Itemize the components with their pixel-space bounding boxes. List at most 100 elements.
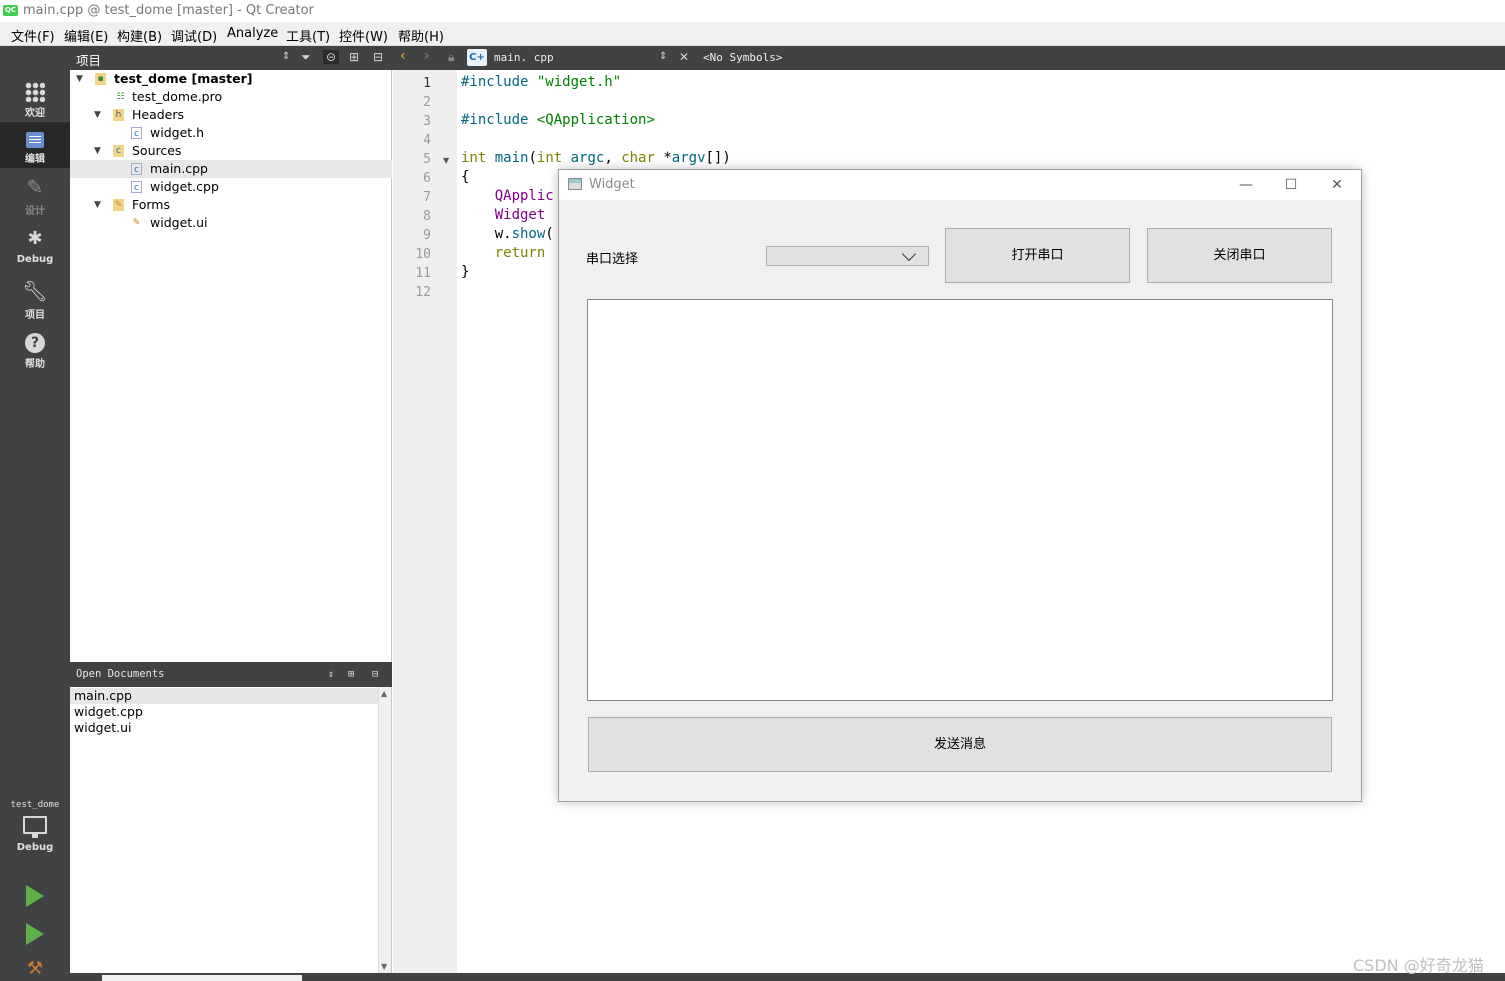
expand-arrow-icon[interactable]: ▼ (94, 142, 101, 160)
monitor-icon (23, 816, 47, 838)
mode-label: 欢迎 (25, 108, 45, 119)
line-number: 10 (415, 247, 431, 262)
tree-item-widget-cpp[interactable]: c widget.cpp (70, 178, 392, 196)
debug-run-icon (26, 923, 44, 945)
scrollbar[interactable]: ▲ ▼ (378, 687, 391, 973)
panel-switch-icon[interactable]: ⇕ (282, 51, 290, 62)
menu-file[interactable]: 文件(F) (11, 26, 55, 45)
projects-panel-label: 项目 (76, 53, 102, 68)
mode-design[interactable]: ✎ 设计 (0, 174, 70, 220)
open-documents-header: Open Documents ⇕ ⊞ ⊟ (70, 662, 392, 687)
mode-label: 帮助 (25, 359, 45, 370)
line-number: 1 (423, 76, 431, 91)
tree-item-pro-file[interactable]: ☷ test_dome.pro (70, 88, 392, 106)
menu-edit[interactable]: 编辑(E) (64, 26, 108, 45)
tree-item-widget-ui[interactable]: ✎ widget.ui (70, 214, 392, 232)
build-button[interactable]: ⚒ (0, 958, 70, 981)
close-port-button[interactable]: 关闭串口 (1147, 228, 1332, 283)
back-icon[interactable]: ‹ (400, 48, 406, 64)
open-doc-item[interactable]: widget.ui (70, 720, 378, 736)
split-icon[interactable]: ⊞ (348, 662, 354, 687)
edit-doc-icon (26, 132, 44, 148)
line-number: 6 (423, 171, 431, 186)
file-combo-arrow-icon[interactable]: ⇕ (659, 51, 667, 62)
menu-controls[interactable]: 控件(W) (339, 26, 388, 45)
tree-item-widget-h[interactable]: c widget.h (70, 124, 392, 142)
menu-build[interactable]: 构建(B) (117, 26, 162, 45)
line-number: 7 (423, 190, 431, 205)
code-line: w.show( (461, 226, 554, 242)
tree-item-sources[interactable]: ▼ c Sources (70, 142, 392, 160)
code-line: return (494, 245, 546, 261)
code-line: int main(int argc, char *argv[]) (461, 150, 731, 166)
split-icon[interactable]: ⊞ (349, 50, 359, 64)
minimize-icon[interactable]: — (1231, 174, 1261, 196)
symbols-combo[interactable]: <No Symbols> (703, 51, 782, 64)
close-panel-icon[interactable]: ⊟ (372, 662, 378, 687)
panel-switch-icon[interactable]: ⇕ (328, 662, 334, 687)
scroll-up-icon[interactable]: ▲ (381, 689, 387, 698)
close-panel-icon[interactable]: ⊟ (373, 50, 383, 64)
mode-edit[interactable]: 编辑 (0, 122, 70, 168)
mode-label: 项目 (25, 310, 45, 321)
mode-sidebar: 欢迎 编辑 ✎ 设计 ✱ Debug 🔧︎ 项目 ? 帮助 test_dome … (0, 70, 70, 981)
forward-icon[interactable]: › (424, 48, 430, 64)
pro-file-icon: ☷ (116, 92, 125, 102)
sources-folder-icon: c (113, 145, 124, 157)
menu-debug[interactable]: 调试(D) (171, 26, 217, 45)
mode-help[interactable]: ? 帮助 (0, 330, 70, 376)
open-file-combo[interactable]: main. cpp (494, 51, 554, 64)
tree-item-label: test_dome.pro (132, 89, 223, 104)
send-message-button[interactable]: 发送消息 (588, 717, 1332, 772)
open-port-button[interactable]: 打开串口 (945, 228, 1130, 283)
tree-item-forms[interactable]: ▼ ✎ Forms (70, 196, 392, 214)
menu-help[interactable]: 帮助(H) (398, 26, 444, 45)
header-file-icon: c (131, 127, 142, 139)
widget-app-icon (568, 178, 582, 190)
tree-item-label: widget.cpp (150, 179, 219, 194)
open-doc-item[interactable]: main.cpp (70, 688, 378, 704)
editor-gutter: 1 2 3 4 5 6 7 8 9 10 11 12 ▼ (393, 70, 457, 973)
mode-debug[interactable]: ✱ Debug (0, 226, 70, 272)
toolbar-row: 项目 ⇕ ⏷ ⊝ ⊞ ⊟ ‹ › 🔒︎ C+ main. cpp ⇕ ✕ <No… (0, 46, 1505, 70)
expand-arrow-icon[interactable]: ▼ (76, 70, 83, 88)
scroll-down-icon[interactable]: ▼ (381, 962, 387, 971)
qt-creator-logo-icon: QC (3, 5, 18, 16)
headers-folder-icon: h (113, 109, 124, 121)
debug-run-button[interactable] (0, 920, 70, 948)
close-file-icon[interactable]: ✕ (679, 50, 689, 64)
run-button[interactable] (0, 882, 70, 910)
mode-projects[interactable]: 🔧︎ 项目 (0, 278, 70, 324)
tree-item-label: test_dome [master] (114, 71, 253, 86)
locator-input[interactable] (102, 975, 302, 981)
tree-item-main-cpp[interactable]: c main.cpp (70, 160, 392, 178)
tree-item-label: Forms (132, 197, 171, 212)
menu-analyze[interactable]: Analyze (227, 26, 278, 41)
window-titlebar: QC main.cpp @ test_dome [master] - Qt Cr… (0, 0, 1505, 22)
open-doc-item[interactable]: widget.cpp (70, 704, 378, 720)
tree-item-project[interactable]: ▼ ▪ test_dome [master] (70, 70, 392, 88)
port-select-label: 串口选择 (586, 252, 639, 267)
expand-arrow-icon[interactable]: ▼ (94, 106, 101, 124)
close-icon[interactable]: ✕ (1322, 174, 1352, 196)
tree-item-headers[interactable]: ▼ h Headers (70, 106, 392, 124)
menu-tools[interactable]: 工具(T) (286, 26, 330, 45)
message-text-area[interactable] (587, 299, 1333, 701)
link-icon[interactable]: ⊝ (323, 50, 340, 64)
fold-arrow-icon[interactable]: ▼ (443, 156, 449, 165)
forms-folder-icon: ✎ (113, 199, 124, 211)
kit-selector[interactable]: test_dome Debug (0, 800, 70, 864)
widget-titlebar[interactable]: Widget — ☐ ✕ (559, 170, 1361, 200)
chevron-down-icon (901, 246, 917, 262)
tree-item-label: Sources (132, 143, 182, 158)
line-number: 4 (423, 133, 431, 148)
line-number: 2 (423, 95, 431, 110)
run-icon (26, 885, 44, 907)
expand-arrow-icon[interactable]: ▼ (94, 196, 101, 214)
port-select-combo[interactable] (766, 246, 929, 266)
mode-welcome[interactable]: 欢迎 (0, 78, 70, 122)
filter-icon[interactable]: ⏷ (301, 50, 311, 65)
maximize-icon[interactable]: ☐ (1276, 174, 1306, 196)
tree-item-label: main.cpp (150, 161, 208, 176)
widget-window-title: Widget (589, 177, 635, 192)
